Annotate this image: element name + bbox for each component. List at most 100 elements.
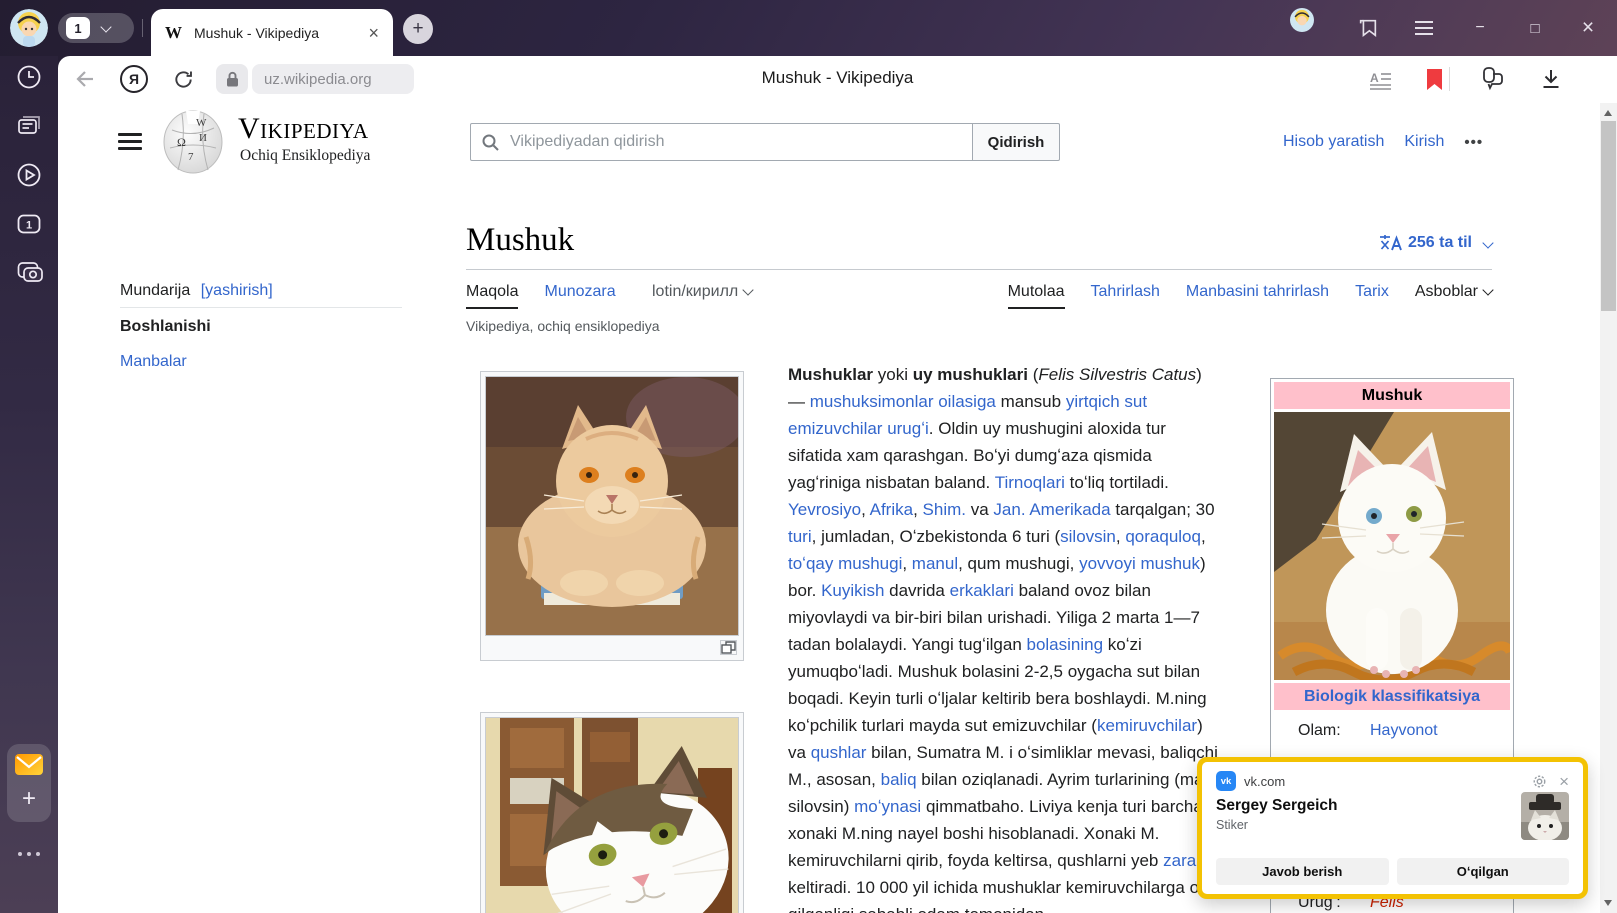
bookmarks-panel-icon[interactable]	[1356, 16, 1380, 40]
menu-icon[interactable]	[1412, 16, 1436, 40]
minimize-button[interactable]: −	[1468, 16, 1492, 40]
language-selector-button[interactable]: 256 ta til	[1379, 234, 1492, 252]
article-image-cat-on-book[interactable]	[480, 371, 744, 661]
login-link[interactable]: Kirish	[1404, 133, 1444, 151]
scroll-down-icon[interactable]	[1604, 900, 1612, 906]
close-window-button[interactable]: ×	[1576, 16, 1600, 40]
notification-header: vk vk.com ×	[1216, 771, 1569, 791]
chevron-down-icon	[743, 284, 754, 295]
article-text: uy mushuklari	[913, 365, 1028, 384]
article-link[interactable]: yovvoyi mushuk	[1079, 554, 1200, 573]
add-app-icon[interactable]: +	[22, 785, 36, 813]
wikipedia-globe-logo[interactable]: WΩИ7	[162, 108, 224, 179]
article-text: Mushuklar	[788, 365, 873, 384]
notification-sticker-thumbnail[interactable]	[1521, 792, 1569, 840]
tab-asboblar[interactable]: Asboblar	[1415, 283, 1492, 301]
article-link[interactable]: turi	[788, 527, 812, 546]
notification-message: Stiker	[1216, 818, 1569, 832]
more-options-icon[interactable]: •••	[1464, 134, 1483, 151]
notification-button[interactable]: Oʻqilgan	[1397, 858, 1570, 885]
article-link[interactable]: manul	[912, 554, 958, 573]
tab-tarix[interactable]: Tarix	[1355, 283, 1389, 301]
tab-group-button[interactable]: 1	[58, 13, 134, 43]
tab-mutolaa[interactable]: Mutolaa	[1008, 283, 1065, 309]
tab-manbasini-tahrirlash[interactable]: Manbasini tahrirlash	[1186, 283, 1329, 301]
svg-text:7: 7	[188, 151, 194, 163]
page-scrollbar[interactable]	[1600, 103, 1617, 913]
article-link[interactable]: Yevrosiyo	[788, 500, 861, 519]
notification-source: vk.com	[1244, 774, 1532, 789]
article-link[interactable]: Afrika	[870, 500, 913, 519]
collections-icon[interactable]	[1480, 65, 1506, 91]
toc-item[interactable]: Boshlanishi	[120, 316, 211, 337]
article-link[interactable]: Tirnoqlari	[995, 473, 1065, 492]
sidebar-more-icon[interactable]	[0, 852, 58, 856]
article-link[interactable]: silovsin	[1060, 527, 1116, 546]
active-tab[interactable]: W Mushuk - Vikipediya ×	[151, 9, 393, 56]
article-link[interactable]: moʻynasi	[854, 797, 921, 816]
search-box[interactable]	[470, 123, 973, 161]
article-text: toʻliq tortiladi.	[1065, 473, 1169, 492]
scrollbar-thumb[interactable]	[1601, 121, 1616, 311]
search-input[interactable]	[508, 132, 972, 152]
chevron-down-icon	[1482, 237, 1493, 248]
maximize-button[interactable]: □	[1523, 16, 1547, 40]
notification-close-icon[interactable]: ×	[1559, 773, 1569, 790]
infobox-row-value[interactable]: Hayvonot	[1370, 722, 1438, 740]
history-icon[interactable]	[16, 64, 42, 90]
language-icon	[1379, 234, 1402, 252]
article-link[interactable]: mushuksimonlar oilasiga	[810, 392, 996, 411]
article-link[interactable]: erkaklari	[950, 581, 1014, 600]
article-link[interactable]: toʻqay mushugi	[788, 554, 902, 573]
article-text: ,	[913, 500, 922, 519]
notification-button[interactable]: Javob berish	[1216, 858, 1389, 885]
download-icon[interactable]	[1538, 66, 1564, 92]
tab-tahrirlash[interactable]: Tahrirlash	[1091, 283, 1160, 301]
search-icon	[482, 134, 499, 151]
variant-selector[interactable]: lotin/кирилл	[652, 283, 752, 301]
tab-close-icon[interactable]: ×	[368, 24, 379, 42]
vk-notification-popup: vk vk.com × Sergey Sergeich Stiker Javob…	[1197, 757, 1588, 899]
article-text: tarqalgan; 30	[1111, 500, 1215, 519]
tabs-icon[interactable]: 1	[16, 211, 42, 237]
tab-munozara[interactable]: Munozara	[544, 283, 615, 301]
search-button[interactable]: Qidirish	[972, 123, 1060, 161]
article-link[interactable]: qushlar	[811, 743, 867, 762]
new-tab-button[interactable]: +	[403, 14, 433, 44]
toc-divider	[120, 307, 402, 308]
article-link[interactable]: Kuyikish	[821, 581, 884, 600]
enlarge-icon[interactable]	[720, 640, 737, 655]
profile-avatar[interactable]	[10, 9, 48, 47]
notification-settings-icon[interactable]	[1532, 774, 1547, 789]
article-link[interactable]: kemiruvchilar	[1097, 716, 1197, 735]
bookmark-saved-icon[interactable]	[1421, 66, 1447, 92]
tab-count-badge: 1	[66, 17, 90, 39]
article-text: , jumladan, Oʻzbekistonda 6 turi (	[812, 527, 1061, 546]
video-icon[interactable]	[16, 162, 42, 188]
infobox-section-header[interactable]: Biologik klassifikatsiya	[1274, 683, 1510, 710]
wiki-menu-icon[interactable]	[118, 133, 142, 155]
sidebar-apps-group: +	[7, 744, 51, 822]
yandex-mail-icon[interactable]	[14, 753, 44, 781]
article-link[interactable]: bolasining	[1027, 635, 1104, 654]
toc-hide-link[interactable]: [yashirish]	[201, 282, 273, 299]
scroll-up-icon[interactable]	[1604, 110, 1612, 116]
create-account-link[interactable]: Hisob yaratish	[1283, 133, 1384, 151]
infobox-kitten-image[interactable]	[1274, 412, 1510, 680]
wikipedia-favicon: W	[165, 23, 182, 43]
toc-item[interactable]: Manbalar	[120, 351, 211, 372]
tab-maqola[interactable]: Maqola	[466, 283, 518, 309]
account-avatar-small[interactable]	[1290, 8, 1314, 32]
screenshot-icon[interactable]	[16, 259, 42, 285]
infobox-row: Olam:Hayvonot	[1274, 718, 1510, 744]
article-link[interactable]: baliq	[881, 770, 917, 789]
article-link[interactable]: qoraquloq	[1125, 527, 1201, 546]
thumb-caption-row	[485, 636, 739, 656]
article-image-tabby-cat[interactable]	[480, 712, 744, 913]
reader-mode-icon[interactable]: A	[1368, 67, 1394, 93]
article-link[interactable]: Jan. Amerikada	[993, 500, 1110, 519]
feed-icon[interactable]	[16, 113, 42, 139]
chevron-down-icon	[1482, 284, 1493, 295]
wiki-wordmark[interactable]: Vikipediya	[238, 114, 369, 144]
article-link[interactable]: Shim.	[923, 500, 966, 519]
